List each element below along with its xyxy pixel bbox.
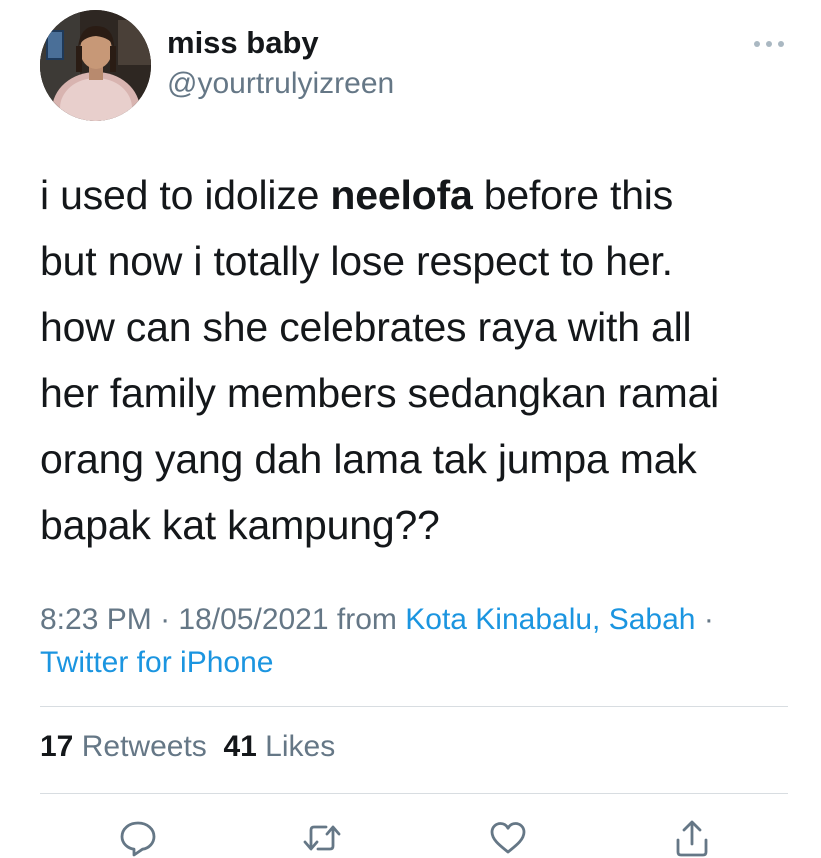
tweet-text: i used to idolize neelofa before this bu… <box>40 162 800 558</box>
likes-stat[interactable]: 41 Likes <box>223 730 335 763</box>
divider <box>40 706 788 707</box>
tweet-line: i used to idolize neelofa before this <box>40 172 674 218</box>
mention-bold: neelofa <box>330 172 473 218</box>
tweet-line: her family members sedangkan ramai <box>40 370 720 416</box>
tweet-meta: 8:23 PM · 18/05/2021 from Kota Kinabalu,… <box>40 603 714 679</box>
source-link[interactable]: Twitter for iPhone <box>40 646 273 679</box>
tweet-line: bapak kat kampung?? <box>40 502 440 548</box>
tweet-date[interactable]: 18/05/2021 <box>178 603 328 636</box>
reply-icon[interactable] <box>118 818 158 858</box>
profile-photo <box>40 10 151 121</box>
display-name[interactable]: miss baby <box>167 25 319 61</box>
user-handle[interactable]: @yourtrulyizreen <box>167 67 394 101</box>
divider <box>40 793 788 794</box>
more-options-icon[interactable] <box>752 36 786 52</box>
tweet-stats: 17 Retweets 41 Likes <box>40 730 335 764</box>
location-link[interactable]: Kota Kinabalu, Sabah <box>405 603 695 636</box>
heart-icon[interactable] <box>488 818 528 858</box>
tweet-line: orang yang dah lama tak jumpa mak <box>40 436 697 482</box>
tweet-line: how can she celebrates raya with all <box>40 304 692 350</box>
avatar[interactable] <box>40 10 151 121</box>
retweet-icon[interactable] <box>302 818 342 858</box>
share-icon[interactable] <box>672 818 712 858</box>
tweet-time[interactable]: 8:23 PM <box>40 603 152 636</box>
tweet-line: but now i totally lose respect to her. <box>40 238 673 284</box>
retweets-stat[interactable]: 17 Retweets <box>40 730 207 763</box>
